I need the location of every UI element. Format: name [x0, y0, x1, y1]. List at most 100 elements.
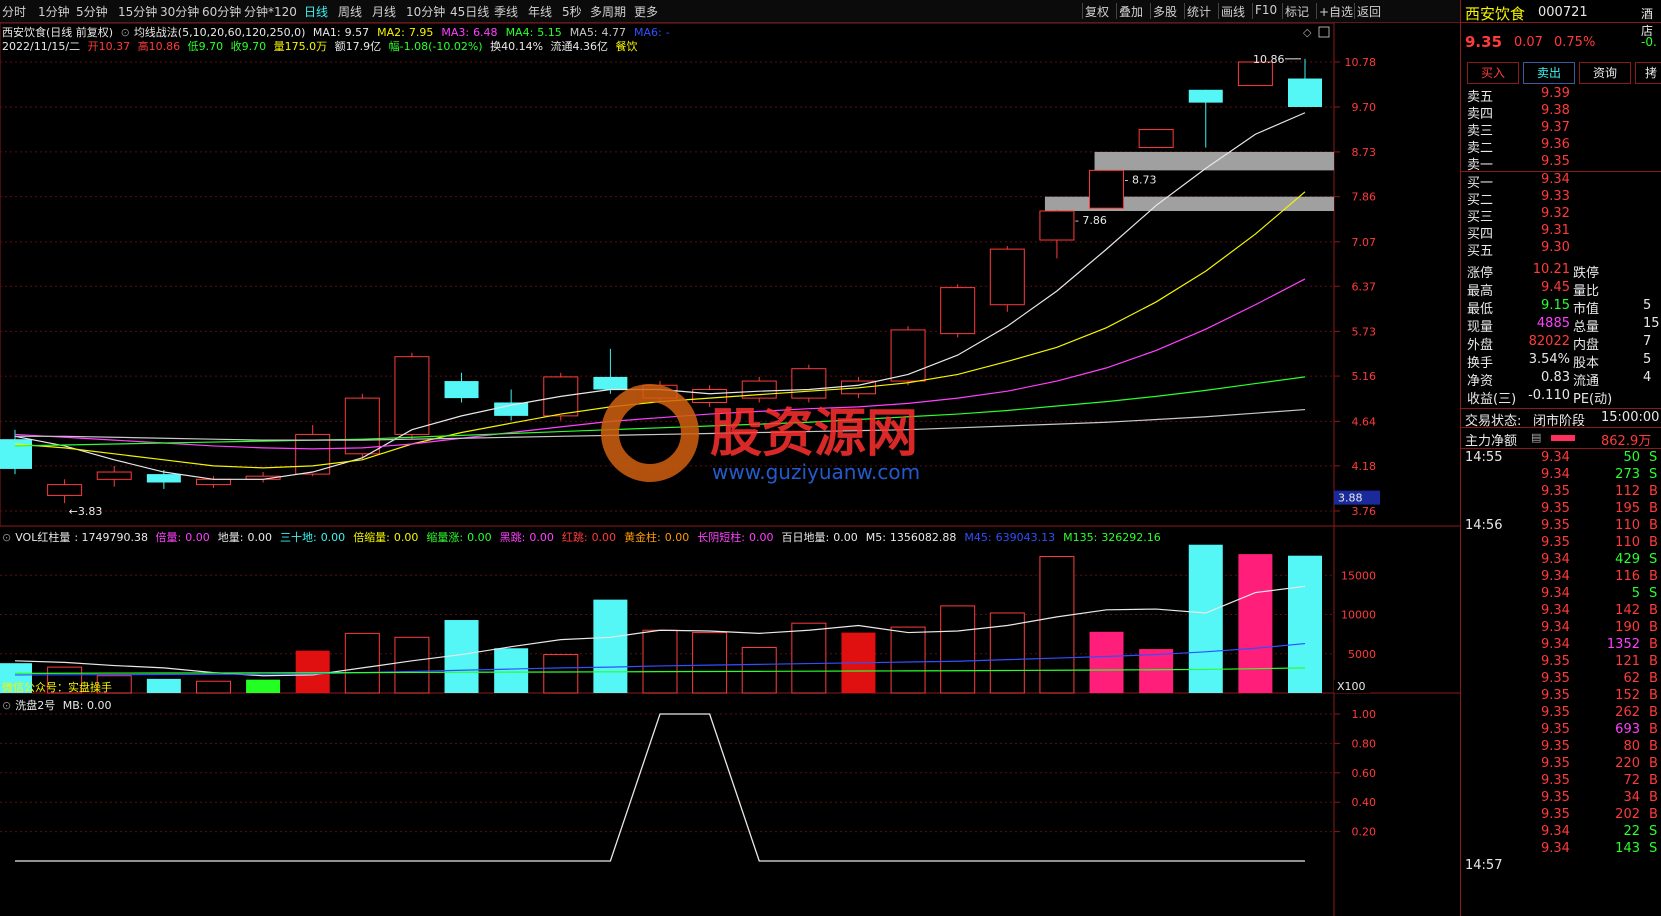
period-tab[interactable]: 分钟*120 [244, 3, 297, 20]
tick-row[interactable]: 9.35 195 B [1461, 501, 1661, 519]
volume-bar[interactable] [146, 678, 181, 693]
volume-bar[interactable] [195, 680, 231, 694]
candle-body[interactable] [344, 397, 380, 455]
period-tab[interactable]: 多周期 [590, 3, 626, 20]
bid-row[interactable]: 买五 9.30 [1467, 240, 1661, 259]
extra-button[interactable]: 拷 [1635, 62, 1661, 84]
bid-row[interactable]: 买三 9.32 [1467, 206, 1661, 225]
toolbar-button[interactable]: 返回 [1357, 3, 1381, 20]
volume-bar[interactable] [1188, 544, 1223, 693]
volume-bar[interactable] [246, 679, 281, 693]
volume-bar[interactable] [890, 626, 926, 694]
volume-bar[interactable] [1089, 631, 1124, 693]
tick-row[interactable]: 14:57 [1461, 858, 1661, 876]
tick-row[interactable]: 9.35 220 B [1461, 756, 1661, 774]
tick-row[interactable]: 14:55 9.34 50 S [1461, 450, 1661, 468]
consult-button[interactable]: 资询 [1579, 62, 1631, 84]
list-icon[interactable]: ▤ [1531, 431, 1541, 444]
tick-row[interactable]: 9.35 112 B [1461, 484, 1661, 502]
volume-bar[interactable] [543, 654, 579, 694]
volume-bar[interactable] [791, 622, 827, 694]
tick-row[interactable]: 9.34 142 B [1461, 603, 1661, 621]
period-tab[interactable]: 10分钟 [406, 3, 445, 20]
tick-list[interactable]: 14:55 9.34 50 S 9.34 273 S 9.35 112 B 9.35 195 B 14:5… [1461, 450, 1661, 916]
tick-row[interactable]: 9.35 693 B [1461, 722, 1661, 740]
tick-row[interactable]: 9.35 121 B [1461, 654, 1661, 672]
tick-row[interactable]: 9.34 116 B [1461, 569, 1661, 587]
period-tab[interactable]: 15分钟 [118, 3, 157, 20]
kline-chart[interactable]: 10.78 9.70 8.73 7.86 7.07 6.37 5.73 5.16 4.64 4.1… [0, 23, 1460, 916]
period-tab[interactable]: 日线 [304, 3, 328, 20]
ask-row[interactable]: 卖四 9.38 [1467, 103, 1661, 122]
tick-row[interactable]: 9.35 80 B [1461, 739, 1661, 757]
ask-row[interactable]: 卖三 9.37 [1467, 120, 1661, 139]
buy-button[interactable]: 买入 [1467, 62, 1519, 84]
volume-bar[interactable] [1139, 649, 1174, 693]
volume-bar[interactable] [494, 648, 529, 693]
period-tab[interactable]: 5秒 [562, 3, 582, 20]
candle-body[interactable] [96, 471, 132, 480]
period-tab[interactable]: 1分钟 [38, 3, 70, 20]
candle-body[interactable] [692, 388, 728, 403]
ask-row[interactable]: 卖五 9.39 [1467, 86, 1661, 105]
toolbar-button[interactable]: +自选 [1319, 3, 1353, 20]
candle-body[interactable] [940, 287, 976, 335]
period-tab[interactable]: 30分钟 [160, 3, 199, 20]
period-tab[interactable]: 更多 [634, 3, 658, 20]
bid-row[interactable]: 买四 9.31 [1467, 223, 1661, 242]
volume-bar[interactable] [741, 646, 777, 694]
candle-body[interactable] [394, 356, 430, 435]
volume-bar[interactable] [1039, 555, 1075, 694]
candle-body[interactable] [494, 402, 529, 416]
tick-row[interactable]: 9.35 72 B [1461, 773, 1661, 791]
tick-row[interactable]: 9.35 34 B [1461, 790, 1661, 808]
period-tab[interactable]: 45日线 [450, 3, 489, 20]
toolbar-button[interactable]: 多股 [1153, 3, 1177, 20]
tick-row[interactable]: 9.35 202 B [1461, 807, 1661, 825]
candle-body[interactable] [989, 248, 1025, 306]
candle-body[interactable] [195, 478, 231, 486]
candle-body[interactable] [1288, 78, 1322, 108]
tick-row[interactable]: 14:56 9.35 110 B [1461, 518, 1661, 536]
toolbar-button[interactable]: F10 [1255, 3, 1277, 17]
candle-body[interactable] [146, 474, 181, 483]
volume-bar[interactable] [1288, 555, 1322, 693]
toolbar-button[interactable]: 画线 [1221, 3, 1245, 20]
sell-button[interactable]: 卖出 [1523, 62, 1575, 84]
volume-bar[interactable] [642, 629, 678, 694]
period-tab[interactable]: 60分钟 [202, 3, 241, 20]
candle-body[interactable] [1188, 89, 1223, 103]
toolbar-button[interactable]: 标记 [1285, 3, 1309, 20]
bid-row[interactable]: 买二 9.33 [1467, 189, 1661, 208]
period-tab[interactable]: 年线 [528, 3, 552, 20]
tick-row[interactable]: 9.34 429 S [1461, 552, 1661, 570]
tick-row[interactable]: 9.34 22 S [1461, 824, 1661, 842]
period-tab[interactable]: 季线 [494, 3, 518, 20]
candle-body[interactable] [890, 329, 926, 382]
candle-body[interactable] [1039, 210, 1075, 241]
period-tab[interactable]: 周线 [338, 3, 362, 20]
toolbar-button[interactable]: 复权 [1085, 3, 1109, 20]
tick-row[interactable]: 9.35 262 B [1461, 705, 1661, 723]
ask-row[interactable]: 卖一 9.35 [1467, 154, 1661, 173]
volume-bar[interactable] [940, 605, 976, 694]
candle-body[interactable] [47, 484, 83, 496]
tick-row[interactable]: 9.34 1352 B [1461, 637, 1661, 655]
toolbar-button[interactable]: 叠加 [1119, 3, 1143, 20]
period-tab[interactable]: 5分钟 [76, 3, 108, 20]
volume-bar[interactable] [394, 636, 430, 694]
tick-row[interactable]: 9.34 143 S [1461, 841, 1661, 859]
sector-tag[interactable]: 酒店 [1641, 5, 1661, 39]
tick-row[interactable]: 9.34 190 B [1461, 620, 1661, 638]
volume-bar[interactable] [692, 632, 728, 694]
candle-body[interactable] [444, 381, 479, 399]
candle-body[interactable] [593, 376, 628, 390]
volume-bar[interactable] [295, 650, 330, 693]
candle-body[interactable] [791, 368, 827, 399]
tick-row[interactable]: 9.35 152 B [1461, 688, 1661, 706]
candle-body[interactable] [1138, 129, 1174, 149]
bid-row[interactable]: 买一 9.34 [1467, 172, 1661, 191]
volume-bar[interactable] [344, 632, 380, 694]
tick-row[interactable]: 9.34 273 S [1461, 467, 1661, 485]
toolbar-button[interactable]: 统计 [1187, 3, 1211, 20]
